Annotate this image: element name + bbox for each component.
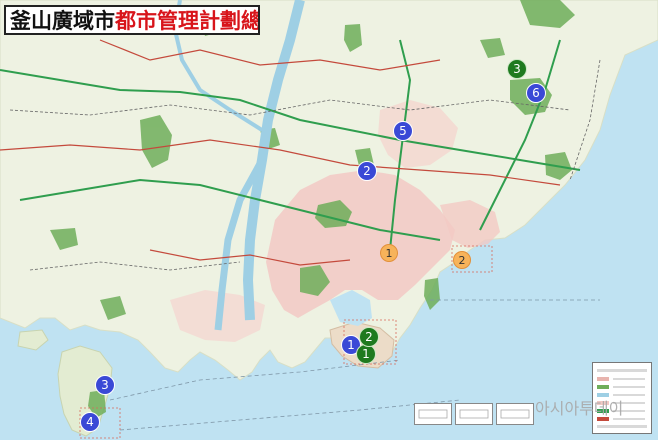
inset-thumbnail-2 <box>455 403 493 425</box>
marker-green-1[interactable]: 1 <box>356 344 376 364</box>
marker-label: 1 <box>362 347 370 361</box>
map-title: 釜山廣域市都市管理計劃總括圖 <box>4 5 260 35</box>
marker-blue-4[interactable]: 4 <box>80 412 100 432</box>
marker-blue-2[interactable]: 2 <box>357 161 377 181</box>
marker-label: 6 <box>532 86 540 100</box>
marker-label: 2 <box>458 253 466 267</box>
marker-green-2[interactable]: 2 <box>359 327 379 347</box>
marker-orange-2[interactable]: 2 <box>453 251 471 269</box>
city-planning-map <box>0 0 658 440</box>
marker-green-3[interactable]: 3 <box>507 59 527 79</box>
marker-label: 2 <box>365 330 373 344</box>
marker-blue-3[interactable]: 3 <box>95 375 115 395</box>
inset-graphic <box>459 409 489 419</box>
marker-label: 1 <box>347 338 355 352</box>
inset-graphic <box>418 409 448 419</box>
title-region: 釜山廣域市 <box>10 8 115 33</box>
inset-graphic <box>500 409 530 419</box>
watermark: 아시아투데이 <box>535 399 624 418</box>
inset-thumbnail-3 <box>496 403 534 425</box>
marker-label: 4 <box>86 415 94 429</box>
title-plan: 都市管理計劃總括 <box>115 8 260 33</box>
marker-label: 5 <box>399 124 407 138</box>
marker-orange-1[interactable]: 1 <box>380 244 398 262</box>
marker-label: 3 <box>101 378 109 392</box>
marker-label: 1 <box>385 246 393 260</box>
marker-label: 2 <box>363 164 371 178</box>
marker-blue-5[interactable]: 5 <box>393 121 413 141</box>
marker-label: 3 <box>513 62 521 76</box>
inset-thumbnail-1 <box>414 403 452 425</box>
marker-blue-6[interactable]: 6 <box>526 83 546 103</box>
